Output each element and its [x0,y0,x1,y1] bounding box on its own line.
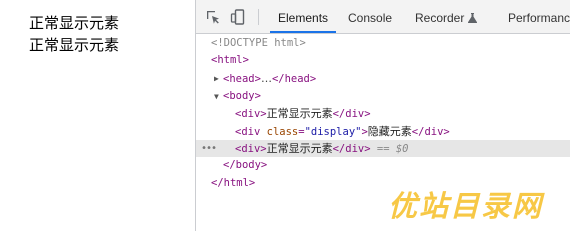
dom-row-div-2[interactable]: <div class="display">隐藏元素</div> [196,123,570,140]
devtools-toolbar: Elements Console Recorder Performance [196,0,570,34]
dom-row-body[interactable]: ▼ <body> [196,88,570,105]
div-close-tag: </div> [332,143,371,155]
inspect-element-icon[interactable] [204,8,222,26]
expand-arrow-icon[interactable]: ▶ [214,70,219,87]
attr-name: class [266,126,299,138]
div-close-tag: </div> [332,108,371,120]
doctype-text: <!DOCTYPE html> [211,37,306,49]
tab-elements[interactable]: Elements [269,0,337,33]
div-element: <div class="display">隐藏元素</div> [235,123,450,141]
head-open-tag: <head> [223,73,261,85]
div-element: <div>正常显示元素</div> [235,105,371,123]
div-element: <div>正常显示元素</div> == $0 [235,140,409,158]
head-close-tag: </head> [271,73,317,85]
tab-console[interactable]: Console [348,0,392,33]
tab-recorder[interactable]: Recorder [415,0,478,33]
more-options-icon[interactable]: ••• [201,140,217,157]
div-close-tag: </div> [411,126,450,138]
dom-row-div-3-selected[interactable]: ••• <div>正常显示元素</div> == $0 [196,140,570,157]
div-text: 隐藏元素 [367,125,412,138]
collapse-arrow-icon[interactable]: ▼ [214,88,219,105]
page-text-line: 正常显示元素 [29,36,120,54]
html-open-tag: <html> [211,54,249,66]
selection-eq: == [370,143,396,155]
dom-row-body-close[interactable]: </body> [196,157,570,174]
page-view: 正常显示元素 正常显示元素 [0,0,195,231]
head-ellipsis: … [260,72,272,85]
page-text-line: 正常显示元素 [29,14,120,32]
head-element: <head>…</head> [223,70,316,88]
device-toolbar-icon[interactable] [229,8,247,26]
flask-icon [468,13,478,23]
body-open-tag: <body> [223,90,261,102]
tab-performance[interactable]: Performance [508,0,570,33]
div-open-tag: <div> [235,143,267,155]
dom-row-head[interactable]: ▶ <head>…</head> [196,70,570,87]
html-close-tag: </html> [211,177,256,189]
div-open-tag: <div> [235,108,267,120]
tab-recorder-label: Recorder [415,11,465,25]
dom-row-doctype[interactable]: <!DOCTYPE html> [196,35,570,52]
dom-row-html[interactable]: <html> [196,52,570,69]
toolbar-separator [258,9,259,25]
div-text: 正常显示元素 [266,142,333,155]
div-text: 正常显示元素 [266,107,333,120]
body-close-tag: </body> [223,159,268,171]
attr-value: "display" [304,126,362,138]
dom-row-div-1[interactable]: <div>正常显示元素</div> [196,105,570,122]
console-reference: $0 [395,143,409,155]
watermark-logo: 优站目录网 [387,189,543,223]
div-open-tag: <div [235,126,261,138]
